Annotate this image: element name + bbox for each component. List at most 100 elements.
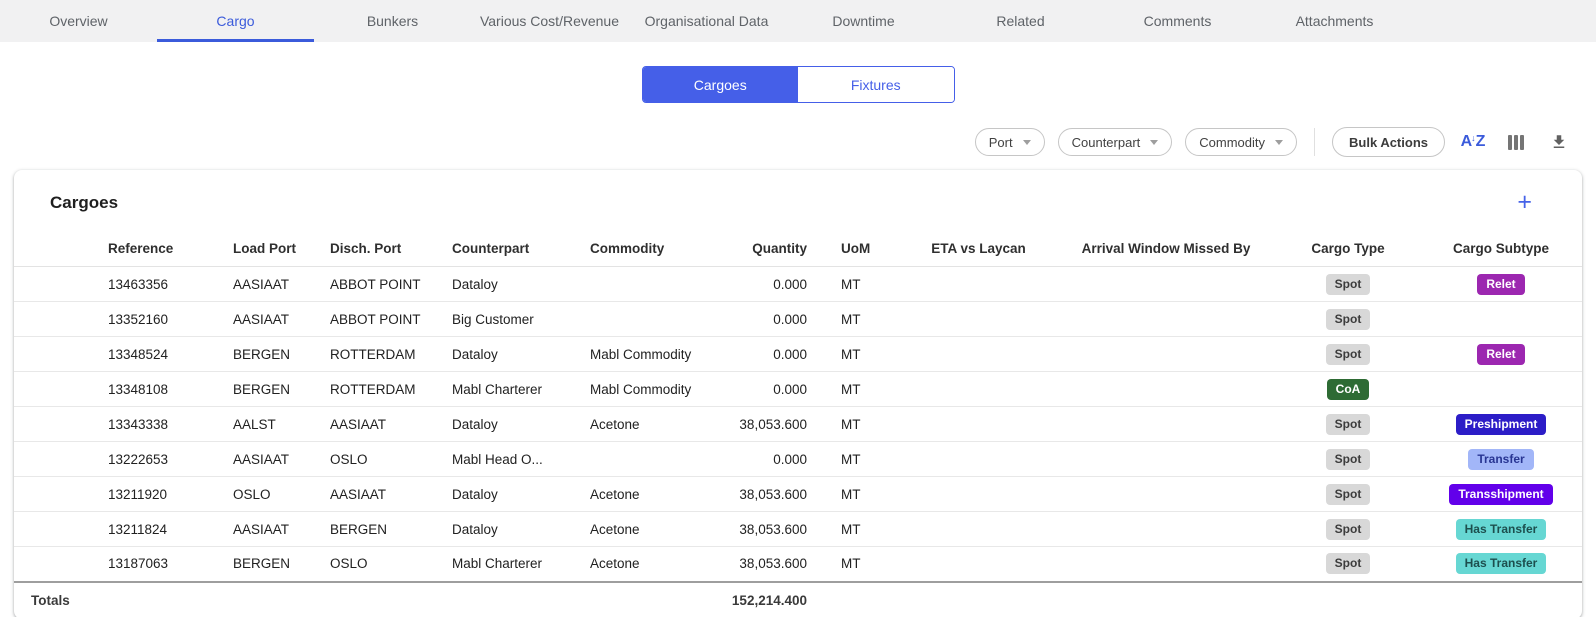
header-commodity[interactable]: Commodity xyxy=(586,231,706,267)
cell-load-port: AASIAAT xyxy=(229,442,326,477)
tab-downtime[interactable]: Downtime xyxy=(785,0,942,42)
cell-quantity: 38,053.600 xyxy=(706,477,811,512)
table-row[interactable]: 13187063 BERGEN OSLO Mabl Charterer Acet… xyxy=(14,547,1582,582)
header-eta-vs-laycan[interactable]: ETA vs Laycan xyxy=(901,231,1056,267)
counterpart-filter-dropdown[interactable]: Counterpart xyxy=(1058,128,1173,156)
column-view-icon[interactable] xyxy=(1501,127,1531,157)
cell-arrival-window-missed-by xyxy=(1056,547,1276,582)
download-icon[interactable] xyxy=(1544,127,1574,157)
cell-counterpart: Dataloy xyxy=(448,337,586,372)
table-row[interactable]: 13352160 AASIAAT ABBOT POINT Big Custome… xyxy=(14,302,1582,337)
tab-comments[interactable]: Comments xyxy=(1099,0,1256,42)
filter-action-bar: Port Counterpart Commodity Bulk Actions … xyxy=(0,127,1574,157)
port-filter-dropdown[interactable]: Port xyxy=(975,128,1045,156)
cell-uom: MT xyxy=(811,477,901,512)
row-leading-space xyxy=(14,267,104,302)
table-row[interactable]: 13343338 AALST AASIAAT Dataloy Acetone 3… xyxy=(14,407,1582,442)
cell-load-port: BERGEN xyxy=(229,547,326,582)
row-leading-space xyxy=(14,442,104,477)
cell-reference: 13187063 xyxy=(104,547,229,582)
tab-cargo[interactable]: Cargo xyxy=(157,0,314,42)
sort-alphabetical-icon[interactable]: A↓Z xyxy=(1458,127,1488,157)
header-cargo-subtype[interactable]: Cargo Subtype xyxy=(1420,231,1582,267)
tab-organisational-data[interactable]: Organisational Data xyxy=(628,0,785,42)
tab-overview[interactable]: Overview xyxy=(0,0,157,42)
chevron-down-icon xyxy=(1275,140,1283,145)
header-uom[interactable]: UoM xyxy=(811,231,901,267)
cell-uom: MT xyxy=(811,512,901,547)
plus-icon[interactable]: + xyxy=(1517,190,1532,215)
cell-quantity: 0.000 xyxy=(706,337,811,372)
cell-uom: MT xyxy=(811,407,901,442)
cell-eta-vs-laycan xyxy=(901,442,1056,477)
header-cargo-type[interactable]: Cargo Type xyxy=(1276,231,1420,267)
cargo-type-badge: CoA xyxy=(1327,379,1370,400)
cell-load-port: BERGEN xyxy=(229,372,326,407)
cell-eta-vs-laycan xyxy=(901,302,1056,337)
totals-row: Totals 152,214.400 xyxy=(14,582,1582,617)
cell-quantity: 0.000 xyxy=(706,302,811,337)
cell-uom: MT xyxy=(811,267,901,302)
cell-reference: 13343338 xyxy=(104,407,229,442)
cell-counterpart: Dataloy xyxy=(448,512,586,547)
toggle-cargoes-button[interactable]: Cargoes xyxy=(643,67,799,102)
cell-uom: MT xyxy=(811,547,901,582)
table-row[interactable]: 13463356 AASIAAT ABBOT POINT Dataloy 0.0… xyxy=(14,267,1582,302)
cell-counterpart: Big Customer xyxy=(448,302,586,337)
panel-title: Cargoes xyxy=(50,193,118,213)
cell-commodity xyxy=(586,267,706,302)
cargo-subtype-badge: Has Transfer xyxy=(1456,519,1547,540)
cell-eta-vs-laycan xyxy=(901,372,1056,407)
tab-various-cost-revenue[interactable]: Various Cost/Revenue xyxy=(471,0,628,42)
cell-uom: MT xyxy=(811,337,901,372)
header-quantity[interactable]: Quantity xyxy=(706,231,811,267)
cell-load-port: AASIAAT xyxy=(229,512,326,547)
cell-load-port: AASIAAT xyxy=(229,302,326,337)
cell-counterpart: Mabl Head O... xyxy=(448,442,586,477)
cell-disch-port: BERGEN xyxy=(326,512,448,547)
cell-commodity xyxy=(586,302,706,337)
toolbar-divider xyxy=(1314,128,1315,156)
bulk-actions-button[interactable]: Bulk Actions xyxy=(1332,127,1445,157)
cell-uom: MT xyxy=(811,442,901,477)
table-row[interactable]: 13222653 AASIAAT OSLO Mabl Head O... 0.0… xyxy=(14,442,1582,477)
cargo-subtype-badge: Relet xyxy=(1477,274,1524,295)
cargo-type-badge: Spot xyxy=(1326,519,1371,540)
row-leading-space xyxy=(14,547,104,582)
table-row[interactable]: 13211824 AASIAAT BERGEN Dataloy Acetone … xyxy=(14,512,1582,547)
cell-quantity: 38,053.600 xyxy=(706,512,811,547)
cell-disch-port: AASIAAT xyxy=(326,407,448,442)
header-counterpart[interactable]: Counterpart xyxy=(448,231,586,267)
cell-load-port: BERGEN xyxy=(229,337,326,372)
cell-reference: 13211920 xyxy=(104,477,229,512)
row-leading-space xyxy=(14,372,104,407)
tab-attachments[interactable]: Attachments xyxy=(1256,0,1413,42)
cell-disch-port: ABBOT POINT xyxy=(326,302,448,337)
header-disch-port[interactable]: Disch. Port xyxy=(326,231,448,267)
tab-bunkers[interactable]: Bunkers xyxy=(314,0,471,42)
cell-arrival-window-missed-by xyxy=(1056,267,1276,302)
cell-commodity: Acetone xyxy=(586,512,706,547)
cell-arrival-window-missed-by xyxy=(1056,477,1276,512)
header-reference[interactable]: Reference xyxy=(104,231,229,267)
cell-eta-vs-laycan xyxy=(901,477,1056,512)
cargoes-panel: Cargoes + Reference Load Port Disch. Por… xyxy=(14,170,1582,617)
table-row[interactable]: 13348108 BERGEN ROTTERDAM Mabl Charterer… xyxy=(14,372,1582,407)
counterpart-filter-label: Counterpart xyxy=(1072,135,1141,150)
table-body: 13463356 AASIAAT ABBOT POINT Dataloy 0.0… xyxy=(14,267,1582,582)
tab-related[interactable]: Related xyxy=(942,0,1099,42)
toggle-fixtures-button[interactable]: Fixtures xyxy=(798,67,954,102)
cell-counterpart: Dataloy xyxy=(448,477,586,512)
cell-counterpart: Mabl Charterer xyxy=(448,372,586,407)
row-leading-space xyxy=(14,407,104,442)
chevron-down-icon xyxy=(1023,140,1031,145)
header-arrival-window-missed-by[interactable]: Arrival Window Missed By xyxy=(1056,231,1276,267)
table-row[interactable]: 13211920 OSLO AASIAAT Dataloy Acetone 38… xyxy=(14,477,1582,512)
commodity-filter-dropdown[interactable]: Commodity xyxy=(1185,128,1297,156)
header-leading-space xyxy=(14,231,104,267)
cell-arrival-window-missed-by xyxy=(1056,407,1276,442)
cargoes-table: Reference Load Port Disch. Port Counterp… xyxy=(14,231,1582,617)
table-row[interactable]: 13348524 BERGEN ROTTERDAM Dataloy Mabl C… xyxy=(14,337,1582,372)
row-leading-space xyxy=(14,302,104,337)
header-load-port[interactable]: Load Port xyxy=(229,231,326,267)
